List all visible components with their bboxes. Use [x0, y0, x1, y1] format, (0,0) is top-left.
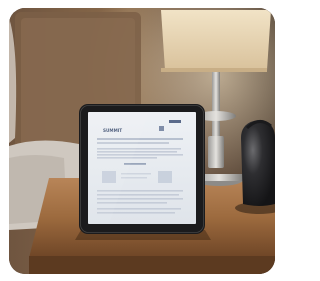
- scene: SUMMIT: [9, 8, 275, 274]
- screen-thumbnail: [158, 171, 172, 183]
- kettle: [241, 120, 275, 206]
- photo-frame: SUMMIT: [9, 8, 275, 274]
- nightstand-edge: [29, 256, 275, 274]
- screen-logo: [169, 120, 181, 123]
- lamp-shade: [161, 10, 271, 70]
